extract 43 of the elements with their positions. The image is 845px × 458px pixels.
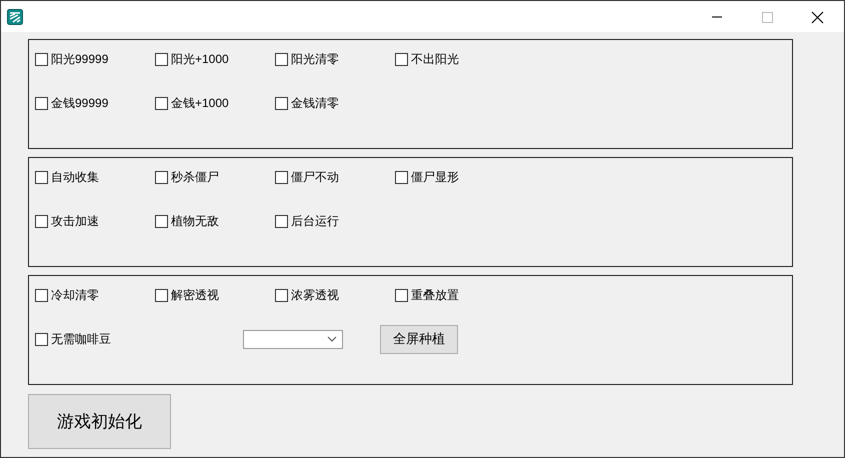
checkbox-label: 重叠放置 (411, 286, 459, 304)
checkbox[interactable] (275, 214, 288, 228)
checkbox-label: 阳光99999 (51, 50, 108, 68)
checkbox-label: 植物无敌 (171, 212, 219, 230)
checkbox-label: 无需咖啡豆 (51, 330, 111, 348)
checkbox-label: 僵尸显形 (411, 168, 459, 186)
checkbox-label: 攻击加速 (51, 212, 99, 230)
checkbox[interactable] (275, 52, 288, 66)
checkbox-label: 金钱99999 (51, 94, 108, 112)
checkbox[interactable] (155, 170, 168, 184)
plant-all-button[interactable]: 全屏种植 (380, 324, 458, 354)
checkbox[interactable] (155, 96, 168, 110)
checkbox[interactable] (275, 170, 288, 184)
checkbox-label: 阳光清零 (291, 50, 339, 68)
checkbox-label: 金钱+1000 (171, 94, 229, 112)
checkbox-label: 浓雾透视 (291, 286, 339, 304)
checkbox-label: 阳光+1000 (171, 50, 229, 68)
checkbox[interactable] (35, 214, 48, 228)
checkbox[interactable] (35, 332, 48, 346)
checkbox-label: 秒杀僵尸 (171, 168, 219, 186)
init-button[interactable]: 游戏初始化 (28, 394, 171, 449)
checkbox-label: 金钱清零 (291, 94, 339, 112)
checkbox[interactable] (395, 170, 408, 184)
dropdown[interactable] (243, 330, 343, 348)
checkbox-label: 僵尸不动 (291, 168, 339, 186)
chevron-icon (327, 336, 337, 342)
checkbox[interactable] (35, 52, 48, 66)
checkbox-label: 冷却清零 (51, 286, 99, 304)
checkbox-label: 解密透视 (171, 286, 219, 304)
checkbox[interactable] (155, 52, 168, 66)
checkbox[interactable] (155, 288, 168, 302)
checkbox[interactable] (395, 52, 408, 66)
checkbox-label: 不出阳光 (411, 50, 459, 68)
checkbox-label: 后台运行 (291, 212, 339, 230)
checkbox[interactable] (275, 288, 288, 302)
checkbox[interactable] (35, 170, 48, 184)
checkbox[interactable] (35, 288, 48, 302)
checkbox[interactable] (35, 96, 48, 110)
checkbox[interactable] (275, 96, 288, 110)
checkbox[interactable] (155, 214, 168, 228)
checkbox[interactable] (395, 288, 408, 302)
app-icon (7, 8, 23, 24)
checkbox-label: 自动收集 (51, 168, 99, 186)
